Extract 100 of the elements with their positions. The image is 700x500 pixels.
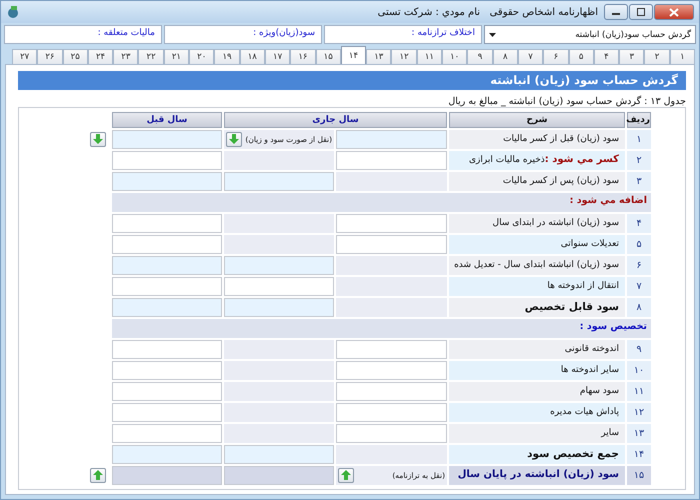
row-number: ۵ xyxy=(627,234,651,254)
amount-field[interactable] xyxy=(112,234,222,254)
arrow-up-icon xyxy=(93,470,103,480)
row-label: سایر xyxy=(449,424,625,443)
section-label: اضافه مي شود : xyxy=(570,194,647,206)
row-label: سود (زیان) انباشته در ابتدای سال xyxy=(449,214,625,233)
amount-field[interactable] xyxy=(336,214,447,233)
amount-field[interactable] xyxy=(112,340,222,359)
amount-field[interactable] xyxy=(336,150,447,170)
maximize-button[interactable] xyxy=(629,4,653,20)
row-label: سود (زیان) انباشته در پایان سال xyxy=(449,466,625,485)
page-heading: گردش حساب سود (زیان) انباشته xyxy=(18,71,686,90)
amount-field[interactable] xyxy=(112,276,222,296)
amount-field[interactable] xyxy=(336,340,447,359)
row-number: ۱ xyxy=(627,130,651,149)
page-tab[interactable]: ۸ xyxy=(492,49,518,64)
app-icon xyxy=(6,5,20,19)
page-tab[interactable]: ۲ xyxy=(644,49,670,64)
page-tab[interactable]: ۲۵ xyxy=(62,49,88,64)
row-label: سود (زیان) پس از کسر مالیات xyxy=(449,172,625,191)
page-tab[interactable]: ۴ xyxy=(594,49,620,64)
amount-field[interactable] xyxy=(336,402,447,422)
page-tab[interactable]: ۵ xyxy=(568,49,594,64)
row-number: ۹ xyxy=(627,340,651,359)
page-tab[interactable]: ۲۱ xyxy=(164,49,190,64)
row-number: ۷ xyxy=(627,276,651,296)
page-tab[interactable]: ۱ xyxy=(670,49,695,64)
transfer-button[interactable] xyxy=(338,468,354,483)
row-label: تعدیلات سنواتی xyxy=(449,234,625,254)
page-tab[interactable]: ۲۴ xyxy=(88,49,114,64)
row-label: کسر مي شود :ذخیره مالیات ابرازی xyxy=(449,150,625,170)
page-tab[interactable]: ۲۰ xyxy=(189,49,214,64)
amount-field[interactable] xyxy=(112,382,222,401)
dropdown-arrow-icon xyxy=(489,32,496,36)
page-tab[interactable]: ۶ xyxy=(543,49,569,64)
arrow-down-icon xyxy=(229,134,239,144)
row-number: ۱۵ xyxy=(627,466,651,485)
row-number: ۲ xyxy=(627,150,651,170)
summary-field[interactable]: سود(زیان)ویژه : xyxy=(164,25,322,44)
page-tab[interactable]: ۲۷ xyxy=(12,49,38,64)
row-label: اندوخته قانونی xyxy=(449,340,625,359)
amount-field[interactable] xyxy=(336,424,447,443)
page-tab[interactable]: ۱۲ xyxy=(391,49,417,64)
row-number: ۱۲ xyxy=(627,402,651,422)
page-tab[interactable]: ۱۴ xyxy=(340,46,366,64)
column-header: شرح xyxy=(449,112,625,128)
close-icon xyxy=(669,8,679,16)
page-tab[interactable]: ۱۱ xyxy=(416,49,442,64)
window-title: اظهارنامه اشخاص حقوقی نام مودي : شرکت تستی xyxy=(378,6,598,18)
row-label: جمع تخصیص سود xyxy=(449,444,625,464)
minimize-button[interactable] xyxy=(604,4,628,20)
column-header: سال قبل xyxy=(112,112,222,128)
row-label: سایر اندوخته ها xyxy=(449,360,625,380)
column-header: سال جاری xyxy=(224,112,447,128)
amount-field[interactable] xyxy=(112,402,222,422)
amount-field[interactable] xyxy=(336,382,447,401)
row-number: ۶ xyxy=(627,256,651,275)
summary-field[interactable]: اختلاف ترازنامه : xyxy=(324,25,482,44)
row-number: ۸ xyxy=(627,298,651,317)
row-label: سود (زیان) قبل از کسر مالیات xyxy=(449,130,625,149)
page-tab[interactable]: ۱۷ xyxy=(264,49,290,64)
row-label: سود (زیان) انباشته ابتدای سال - تعدیل شده xyxy=(449,256,625,275)
page-tab[interactable]: ۲۲ xyxy=(138,49,164,64)
transfer-button[interactable] xyxy=(90,468,106,483)
arrow-up-icon xyxy=(341,470,351,480)
page-tab[interactable]: ۲۶ xyxy=(37,49,63,64)
row-number: ۱۴ xyxy=(627,444,651,464)
transfer-button[interactable] xyxy=(90,132,106,147)
page-tab[interactable]: ۱۰ xyxy=(442,49,468,64)
page-tab[interactable]: ۹ xyxy=(467,49,493,64)
amount-field[interactable] xyxy=(336,360,447,380)
page-tab[interactable]: ۲۳ xyxy=(113,49,138,64)
row-number: ۱۱ xyxy=(627,382,651,401)
row-number: ۱۰ xyxy=(627,360,651,380)
amount-field[interactable] xyxy=(112,360,222,380)
section-label: تخصیص سود : xyxy=(580,320,647,332)
row-label: پاداش هیات مدیره xyxy=(449,402,625,422)
page-tab[interactable]: ۱۶ xyxy=(290,49,316,64)
page-tab[interactable]: ۱۹ xyxy=(214,49,240,64)
amount-field[interactable] xyxy=(224,276,334,296)
page-tab[interactable]: ۷ xyxy=(518,49,544,64)
row-label: سود سهام xyxy=(449,382,625,401)
row-number: ۳ xyxy=(627,172,651,191)
amount-field[interactable] xyxy=(112,214,222,233)
amount-field[interactable] xyxy=(112,424,222,443)
form-select[interactable]: گردش حساب سود(زیان) انباشته xyxy=(484,25,696,44)
column-header: ردیف xyxy=(627,112,651,128)
page-tab[interactable]: ۱۵ xyxy=(316,49,341,64)
summary-field[interactable]: مالیات متعلقه : xyxy=(4,25,162,44)
amount-field[interactable] xyxy=(112,150,222,170)
page-tab[interactable]: ۱۳ xyxy=(366,49,392,64)
close-button[interactable] xyxy=(654,4,694,20)
amount-field[interactable] xyxy=(336,234,447,254)
page-tab[interactable]: ۳ xyxy=(619,49,644,64)
row-label: انتقال از اندوخته ها xyxy=(449,276,625,296)
row-number: ۴ xyxy=(627,214,651,233)
row-number: ۱۳ xyxy=(627,424,651,443)
table-caption: جدول ۱۳ : گردش حساب سود (زیان) انباشته _ مبالغ به ریال xyxy=(447,96,686,107)
page-tab[interactable]: ۱۸ xyxy=(240,49,265,64)
transfer-button[interactable] xyxy=(226,132,242,147)
